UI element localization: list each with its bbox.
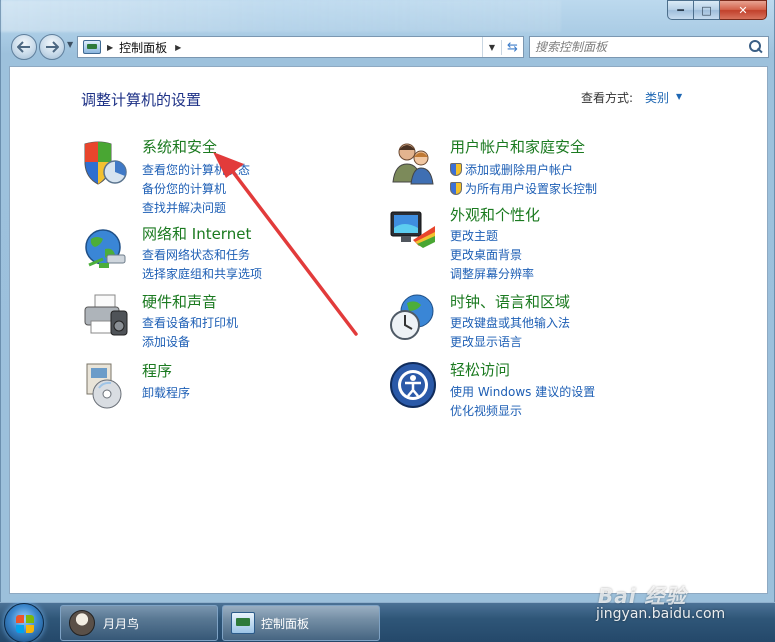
category-title[interactable]: 外观和个性化 bbox=[450, 204, 540, 225]
link-change-display-language[interactable]: 更改显示语言 bbox=[450, 333, 522, 350]
category-title[interactable]: 硬件和声音 bbox=[142, 291, 217, 312]
link-parental-controls[interactable]: 为所有用户设置家长控制 bbox=[450, 180, 597, 197]
link-adjust-resolution[interactable]: 调整屏幕分辨率 bbox=[450, 265, 534, 282]
link-backup-computer[interactable]: 备份您的计算机 bbox=[142, 180, 226, 197]
forward-arrow-icon bbox=[46, 41, 59, 53]
watermark-url: jingyan.baidu.com bbox=[596, 606, 726, 622]
users-icon[interactable] bbox=[389, 138, 437, 186]
content-pane: 调整计算机的设置 查看方式: 类别 ▼ 系统和安全 查看您的计算机状态 备份您的… bbox=[9, 66, 768, 594]
view-by-label: 查看方式: bbox=[581, 91, 634, 105]
search-input[interactable] bbox=[535, 38, 746, 56]
link-label[interactable]: 添加或删除用户帐户 bbox=[465, 163, 573, 177]
uac-shield-icon bbox=[450, 182, 462, 195]
breadcrumb-chevron-icon[interactable]: ▶ bbox=[175, 43, 181, 52]
control-panel-icon bbox=[83, 40, 101, 54]
title-bar bbox=[1, 0, 561, 32]
back-button[interactable] bbox=[11, 34, 37, 60]
uac-shield-icon bbox=[450, 163, 462, 176]
link-view-network-status[interactable]: 查看网络状态和任务 bbox=[142, 246, 250, 263]
search-box[interactable] bbox=[529, 36, 769, 58]
minimize-button[interactable]: ━ bbox=[667, 0, 694, 20]
chevron-down-icon[interactable]: ▼ bbox=[676, 92, 682, 101]
link-homegroup-sharing[interactable]: 选择家庭组和共享选项 bbox=[142, 265, 262, 282]
category-title[interactable]: 时钟、语言和区域 bbox=[450, 291, 570, 312]
close-button[interactable]: ✕ bbox=[720, 0, 767, 20]
caption-buttons: ━ □ ✕ bbox=[667, 0, 767, 20]
window-frame: ━ □ ✕ ▼ ▶ 控制面板 ▶ ▼ ⇆ 调整计算机的设置 查看方式: 类 bbox=[0, 0, 775, 602]
category-title[interactable]: 系统和安全 bbox=[142, 136, 217, 157]
link-find-fix-problems[interactable]: 查找并解决问题 bbox=[142, 199, 226, 216]
search-icon[interactable] bbox=[746, 38, 764, 56]
link-add-device[interactable]: 添加设备 bbox=[142, 333, 190, 350]
taskbar-item-label: 控制面板 bbox=[261, 616, 310, 631]
monitor-palette-icon[interactable] bbox=[389, 206, 437, 254]
shield-pie-icon[interactable] bbox=[81, 138, 129, 186]
watermark-logo: Bai 经验 bbox=[598, 584, 687, 608]
link-label[interactable]: 为所有用户设置家长控制 bbox=[465, 182, 597, 196]
taskbar-item-control-panel[interactable]: 控制面板 bbox=[222, 605, 380, 641]
category-title[interactable]: 程序 bbox=[142, 360, 172, 381]
ease-of-access-icon[interactable] bbox=[389, 361, 437, 409]
category-title[interactable]: 轻松访问 bbox=[450, 359, 510, 380]
breadcrumb-control-panel[interactable]: 控制面板 bbox=[119, 39, 167, 56]
link-optimize-visual-display[interactable]: 优化视频显示 bbox=[450, 402, 522, 419]
taskbar-item-label: 月月鸟 bbox=[103, 616, 140, 631]
link-change-keyboards[interactable]: 更改键盘或其他输入法 bbox=[450, 314, 570, 331]
programs-icon[interactable] bbox=[81, 362, 129, 410]
start-button[interactable] bbox=[4, 603, 44, 642]
link-change-theme[interactable]: 更改主题 bbox=[450, 227, 498, 244]
page-title: 调整计算机的设置 bbox=[81, 91, 202, 109]
address-bar[interactable]: ▶ 控制面板 ▶ ▼ ⇆ bbox=[77, 36, 524, 58]
address-actions: ▼ ⇆ bbox=[482, 37, 523, 57]
category-title[interactable]: 网络和 Internet bbox=[142, 223, 251, 244]
link-change-desktop-background[interactable]: 更改桌面背景 bbox=[450, 246, 522, 263]
forward-button[interactable] bbox=[39, 34, 65, 60]
navigation-bar: ▼ ▶ 控制面板 ▶ ▼ ⇆ bbox=[9, 32, 769, 60]
maximize-button[interactable]: □ bbox=[694, 0, 720, 20]
view-by-dropdown[interactable]: 类别 bbox=[645, 89, 669, 106]
control-panel-icon bbox=[231, 612, 255, 634]
link-recommended-settings[interactable]: 使用 Windows 建议的设置 bbox=[450, 383, 595, 400]
clock-globe-icon[interactable] bbox=[389, 293, 437, 341]
link-uninstall-program[interactable]: 卸载程序 bbox=[142, 384, 190, 401]
refresh-icon[interactable]: ⇆ bbox=[501, 39, 523, 55]
printer-icon[interactable] bbox=[81, 293, 129, 341]
link-view-devices-printers[interactable]: 查看设备和打印机 bbox=[142, 314, 238, 331]
category-title[interactable]: 用户帐户和家庭安全 bbox=[450, 136, 585, 157]
address-dropdown-chevron-icon[interactable]: ▼ bbox=[483, 43, 501, 52]
recent-pages-chevron-icon[interactable]: ▼ bbox=[67, 40, 73, 49]
back-arrow-icon bbox=[17, 41, 30, 53]
link-add-remove-accounts[interactable]: 添加或删除用户帐户 bbox=[450, 161, 573, 178]
taskbar-item-user[interactable]: 月月鸟 bbox=[60, 605, 218, 641]
link-view-computer-status[interactable]: 查看您的计算机状态 bbox=[142, 161, 250, 178]
avatar bbox=[69, 610, 95, 636]
breadcrumb-chevron-icon[interactable]: ▶ bbox=[107, 43, 113, 52]
globe-network-icon[interactable] bbox=[81, 225, 129, 273]
